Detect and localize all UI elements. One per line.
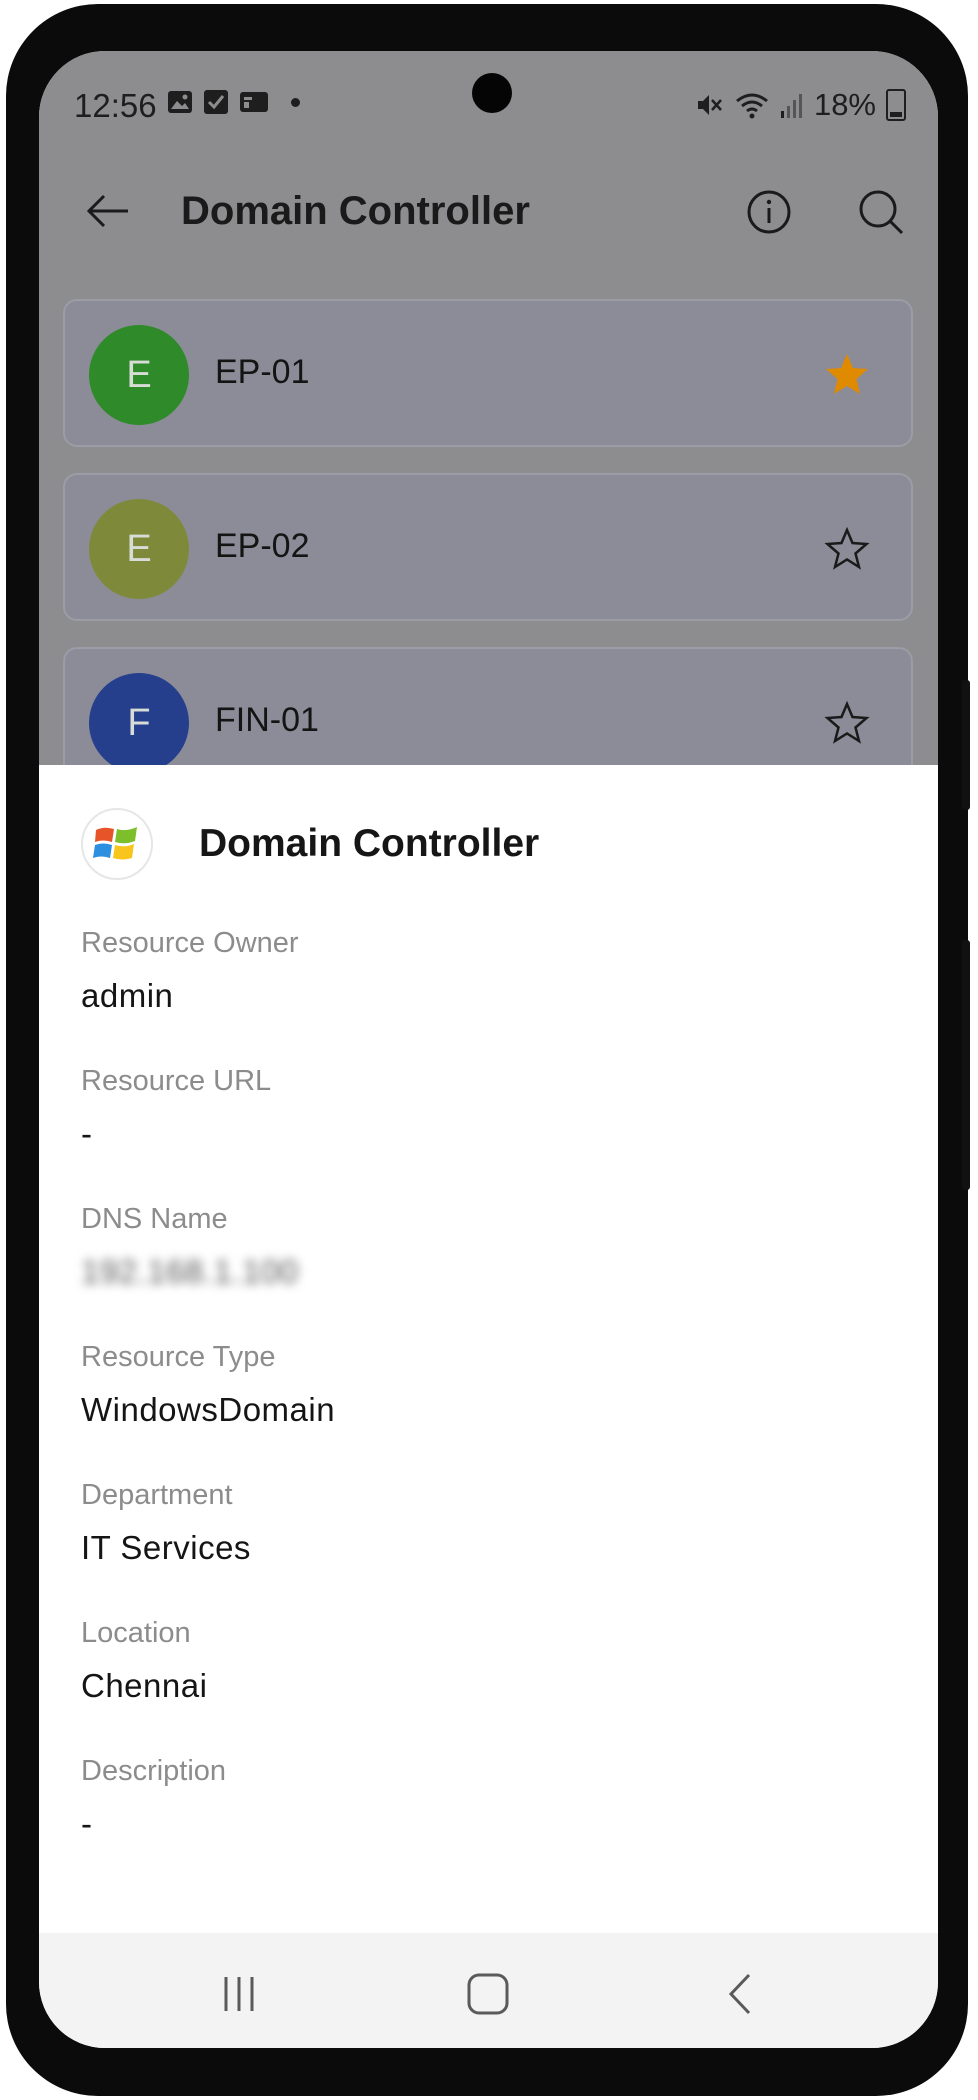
field-value: IT Services (81, 1529, 251, 1566)
details-list: Resource Owner admin Resource URL - DNS … (81, 927, 335, 1893)
search-icon[interactable] (856, 187, 906, 237)
image-icon (168, 91, 192, 113)
field-label: DNS Name (81, 1203, 228, 1235)
notification-icons (167, 89, 300, 115)
field-label: Location (81, 1617, 191, 1649)
page-title: Domain Controller (181, 189, 530, 233)
mute-icon (697, 95, 722, 115)
avatar: E (89, 325, 189, 425)
system-nav-bar (39, 1933, 938, 2048)
field-label: Resource Owner (81, 927, 299, 959)
dns-name-field: DNS Name 192.168.1.100 (81, 1203, 335, 1341)
sheet-header: Domain Controller (81, 808, 539, 880)
signal-icon (780, 94, 802, 118)
wifi-icon (736, 93, 768, 119)
list-item[interactable]: E EP-01 (63, 299, 913, 447)
recents-icon[interactable] (214, 1969, 264, 2019)
star-filled-icon[interactable] (823, 351, 871, 399)
app-bar: Domain Controller (39, 169, 938, 259)
field-value: 192.168.1.100 (81, 1253, 299, 1290)
volume-button (962, 680, 970, 810)
resource-name: EP-02 (215, 527, 310, 565)
department-field: Department IT Services (81, 1479, 335, 1617)
status-bar: 12:56 18% (39, 51, 938, 127)
home-icon[interactable] (463, 1969, 513, 2019)
avatar: F (89, 673, 189, 773)
dot-icon (291, 97, 300, 107)
list-item[interactable]: E EP-02 (63, 473, 913, 621)
info-icon[interactable] (744, 187, 794, 237)
checkbox-icon (204, 90, 228, 114)
phone-frame: 12:56 18% Domain Controller E EP-01 E EP… (6, 4, 970, 2096)
field-label: Resource Type (81, 1341, 276, 1373)
system-icons: 18% (694, 87, 906, 123)
description-field: Description - (81, 1755, 335, 1893)
resource-type-field: Resource Type WindowsDomain (81, 1341, 335, 1479)
star-outline-icon[interactable] (823, 525, 871, 573)
field-value: - (81, 1115, 93, 1152)
battery-icon (886, 89, 906, 121)
power-button (962, 940, 970, 1190)
battery-percent: 18% (813, 87, 876, 122)
avatar: E (89, 499, 189, 599)
resource-list: E EP-01 E EP-02 F FIN-01 (63, 299, 913, 821)
resource-url-field: Resource URL - (81, 1065, 335, 1203)
field-label: Resource URL (81, 1065, 272, 1097)
field-value: WindowsDomain (81, 1391, 336, 1428)
field-value: - (81, 1805, 93, 1842)
front-camera (472, 73, 512, 113)
windows-logo-icon (81, 808, 153, 880)
resource-owner-field: Resource Owner admin (81, 927, 335, 1065)
status-time: 12:56 (74, 87, 157, 124)
field-label: Description (81, 1755, 227, 1787)
card-icon (240, 92, 268, 112)
back-icon[interactable] (715, 1969, 765, 2019)
field-value: Chennai (81, 1667, 208, 1704)
resource-details-sheet: Domain Controller Resource Owner admin R… (39, 765, 938, 1933)
location-field: Location Chennai (81, 1617, 335, 1755)
sheet-title: Domain Controller (199, 822, 540, 865)
field-label: Department (81, 1479, 233, 1511)
star-outline-icon[interactable] (823, 699, 871, 747)
background-app-scrim[interactable]: 12:56 18% Domain Controller E EP-01 E EP… (39, 51, 938, 795)
field-value: admin (81, 977, 174, 1014)
arrow-left-icon[interactable] (84, 191, 132, 231)
resource-name: EP-01 (215, 353, 310, 391)
resource-name: FIN-01 (215, 701, 319, 739)
screen: 12:56 18% Domain Controller E EP-01 E EP… (39, 51, 938, 2048)
